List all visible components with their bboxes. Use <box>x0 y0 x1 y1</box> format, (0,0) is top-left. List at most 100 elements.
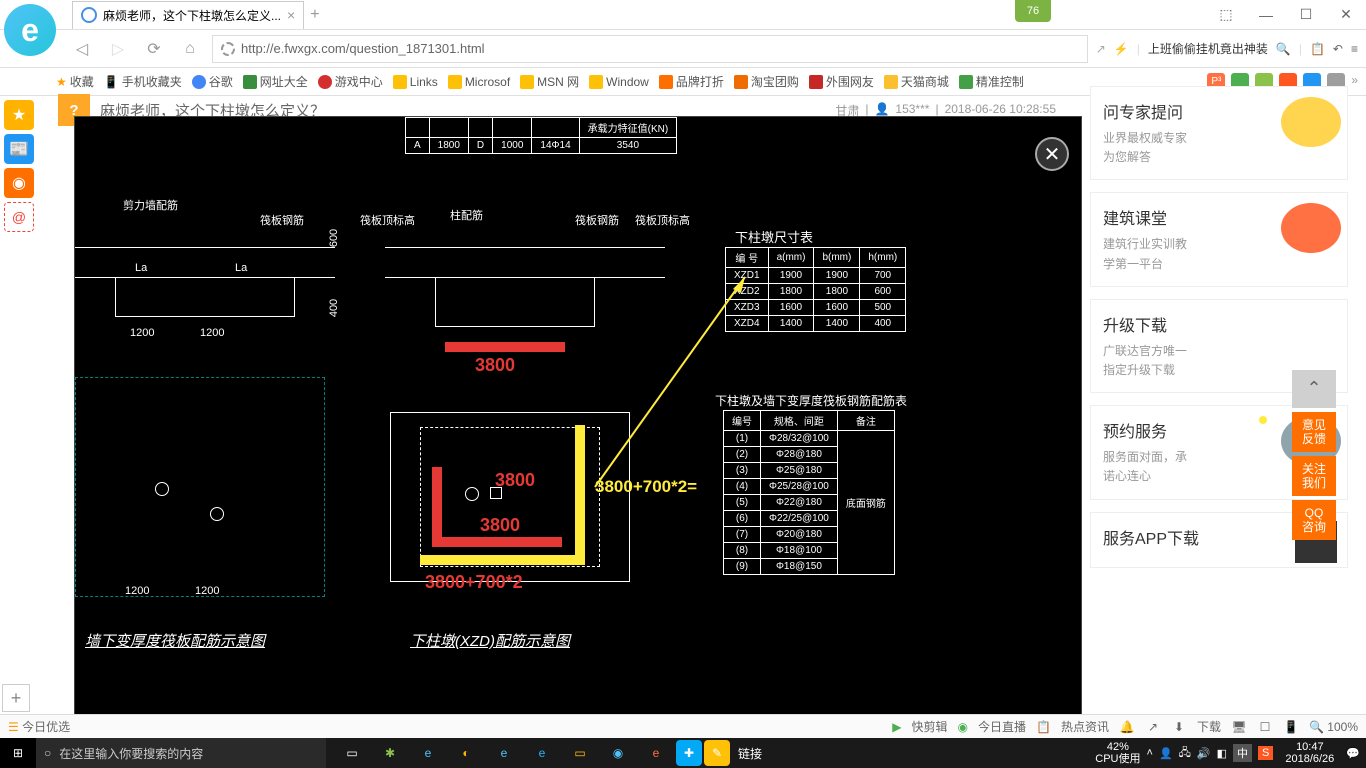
app-4-icon[interactable]: e <box>638 738 674 768</box>
add-tab-bottom[interactable]: + <box>2 684 30 712</box>
tray-vol-icon[interactable]: 🔊 <box>1197 747 1211 760</box>
card-ask-expert[interactable]: 问专家提问 业界最权威专家为您解答 <box>1090 86 1348 180</box>
menu-icon[interactable]: ≡ <box>1351 42 1358 56</box>
size-table-title: 下柱墩尺寸表 <box>735 227 813 246</box>
bookmark-ms[interactable]: Microsof <box>448 75 510 89</box>
bookmark-games[interactable]: 游戏中心 <box>318 73 383 90</box>
maximize-button[interactable]: ☐ <box>1286 1 1326 29</box>
bookmark-foreign[interactable]: 外围网友 <box>809 73 874 90</box>
bookmark-fav[interactable]: ★收藏 <box>56 73 94 90</box>
st-ico-3[interactable]: ⬇ <box>1171 719 1187 735</box>
tray-people-icon[interactable]: 👤 <box>1159 747 1173 760</box>
annotation-3800-a: 3800 <box>495 470 535 491</box>
sidebar-weibo-icon[interactable]: ◉ <box>4 168 34 198</box>
taskview-icon[interactable]: ▭ <box>334 738 370 768</box>
bookmark-control[interactable]: 精准控制 <box>959 73 1024 90</box>
tab-title: 麻烦老师，这个下柱墩怎么定义... <box>103 7 281 24</box>
xzd-caption: 下柱墩(XZD)配筋示意图 <box>410 630 570 651</box>
app-explorer-icon[interactable]: ▭ <box>562 738 598 768</box>
ime-indicator[interactable]: 中 <box>1233 744 1252 762</box>
today-pick[interactable]: 今日优选 <box>22 718 70 735</box>
bookmark-tmall[interactable]: 天猫商城 <box>884 73 949 90</box>
taskbar-clock[interactable]: 10:472018/6/26 <box>1279 741 1340 765</box>
bookmark-msn[interactable]: MSN 网 <box>520 73 579 90</box>
bookmark-taobao[interactable]: 淘宝团购 <box>734 73 799 90</box>
scroll-top-button[interactable]: ⌃ <box>1292 370 1336 408</box>
quickclip[interactable]: 快剪辑 <box>912 718 948 735</box>
hot-news[interactable]: 热点资讯 <box>1061 718 1109 735</box>
new-tab-button[interactable]: + <box>310 6 319 24</box>
cad-image-viewer: ✕ 承载力特征值(KN) A1800D100014Φ143540 下柱墩尺寸表 … <box>74 116 1082 766</box>
search-icon[interactable]: 🔍 <box>1276 42 1291 56</box>
st-ico-4[interactable]: 🖥 <box>1231 719 1247 735</box>
download-icon[interactable]: 📋 <box>1310 42 1325 56</box>
forward-button[interactable]: ▷ <box>104 35 132 63</box>
home-button[interactable]: ⌂ <box>176 35 204 63</box>
bookmark-window[interactable]: Window <box>589 75 649 89</box>
sponsor-text[interactable]: 上班偷偷挂机竟出神装 <box>1148 40 1268 57</box>
taskbar-search[interactable]: ○ 在这里输入你要搜索的内容 <box>36 738 326 768</box>
taskbar-apps: ▭ ✱ e ◐ e e ▭ ◉ e ✚ ✎ 链接 <box>334 738 768 768</box>
zoom-level[interactable]: 🔍 100% <box>1309 720 1358 734</box>
bookmark-brand[interactable]: 品牌打折 <box>659 73 724 90</box>
app-ie2-icon[interactable]: e <box>524 738 560 768</box>
app-3-icon[interactable]: ◉ <box>600 738 636 768</box>
ime-sogou[interactable]: S <box>1258 746 1273 760</box>
app-5-icon[interactable]: ✚ <box>676 740 702 766</box>
sidebar-at-icon[interactable]: @ <box>4 202 34 232</box>
address-bar: ◁ ▷ ⟳ ⌂ http://e.fwxgx.com/question_1871… <box>0 30 1366 68</box>
minimize-button[interactable]: — <box>1246 1 1286 29</box>
url-input[interactable]: http://e.fwxgx.com/question_1871301.html <box>212 35 1088 63</box>
history-icon[interactable]: ↶ <box>1333 42 1343 56</box>
app-1-icon[interactable]: ✱ <box>372 738 408 768</box>
reload-button[interactable]: ⟳ <box>140 35 168 63</box>
annotation-bottom: 3800+700*2 <box>425 572 523 593</box>
follow-button[interactable]: 关注 我们 <box>1292 456 1336 496</box>
url-text: http://e.fwxgx.com/question_1871301.html <box>241 41 485 56</box>
card-classroom[interactable]: 建筑课堂 建筑行业实训教学第一平台 <box>1090 192 1348 286</box>
page-favicon <box>81 7 97 23</box>
browser-logo[interactable]: e <box>4 4 56 56</box>
browser-tab[interactable]: 麻烦老师，这个下柱墩怎么定义... × <box>72 1 304 29</box>
back-button[interactable]: ◁ <box>68 35 96 63</box>
ext-expand-icon[interactable]: » <box>1351 73 1358 91</box>
app-ie-icon[interactable]: e <box>486 738 522 768</box>
tray-notifications-icon[interactable]: 💬 <box>1346 747 1360 760</box>
page-content: ? 麻烦老师，这个下柱墩怎么定义？ 甘肃| 👤153***| 2018-06-2… <box>38 96 1366 710</box>
st-ico-2[interactable]: ↗ <box>1145 719 1161 735</box>
bookmark-google[interactable]: 谷歌 <box>192 73 233 90</box>
live-today[interactable]: 今日直播 <box>978 718 1026 735</box>
tray-up-icon[interactable]: ˄ <box>1147 747 1153 759</box>
floating-actions: ⌃ 意见 反馈 关注 我们 QQ 咨询 <box>1292 370 1336 540</box>
wall-caption: 墙下变厚度筏板配筋示意图 <box>85 630 265 651</box>
qq-button[interactable]: QQ 咨询 <box>1292 500 1336 540</box>
window-controls: ⬚ — ☐ ✕ <box>1206 1 1366 29</box>
bookmark-sites[interactable]: 网址大全 <box>243 73 308 90</box>
windows-taskbar: ⊞ ○ 在这里输入你要搜索的内容 ▭ ✱ e ◐ e e ▭ ◉ e ✚ ✎ 链… <box>0 738 1366 768</box>
app-2-icon[interactable]: ◐ <box>448 738 484 768</box>
bookmark-links[interactable]: Links <box>393 75 438 89</box>
tray-net-icon[interactable]: 🖧 <box>1179 744 1191 763</box>
search-placeholder: 在这里输入你要搜索的内容 <box>59 745 203 762</box>
flash-icon[interactable]: ⚡ <box>1114 42 1129 56</box>
browser-statusbar: ☰ 今日优选 ▶快剪辑 ◉今日直播 📋热点资讯 🔔 ↗ ⬇下载 🖥 ☐ 📱 🔍 … <box>0 714 1366 738</box>
pip-button[interactable]: ⬚ <box>1206 1 1246 29</box>
st-ico-5[interactable]: ☐ <box>1257 719 1273 735</box>
st-ico-1[interactable]: 🔔 <box>1119 719 1135 735</box>
sidebar-news-icon[interactable]: 📰 <box>4 134 34 164</box>
app-6-icon[interactable]: ✎ <box>704 740 730 766</box>
start-button[interactable]: ⊞ <box>0 738 36 768</box>
share-icon[interactable]: ↗ <box>1096 42 1106 56</box>
bookmark-mobile[interactable]: 📱手机收藏夹 <box>104 73 182 90</box>
taskbar-link-label[interactable]: 链接 <box>732 738 768 768</box>
score-badge[interactable]: 76 <box>1015 0 1051 22</box>
st-ico-6[interactable]: 📱 <box>1283 719 1299 735</box>
annotation-3800-top: 3800 <box>475 355 515 376</box>
tab-close-icon[interactable]: × <box>287 7 295 23</box>
feedback-button[interactable]: 意见 反馈 <box>1292 412 1336 452</box>
cpu-meter[interactable]: 42%CPU使用 <box>1095 741 1140 765</box>
tray-misc-icon[interactable]: ◧ <box>1217 747 1227 760</box>
sidebar-favorite-icon[interactable]: ★ <box>4 100 34 130</box>
app-edge-icon[interactable]: e <box>410 738 446 768</box>
close-button[interactable]: ✕ <box>1326 1 1366 29</box>
